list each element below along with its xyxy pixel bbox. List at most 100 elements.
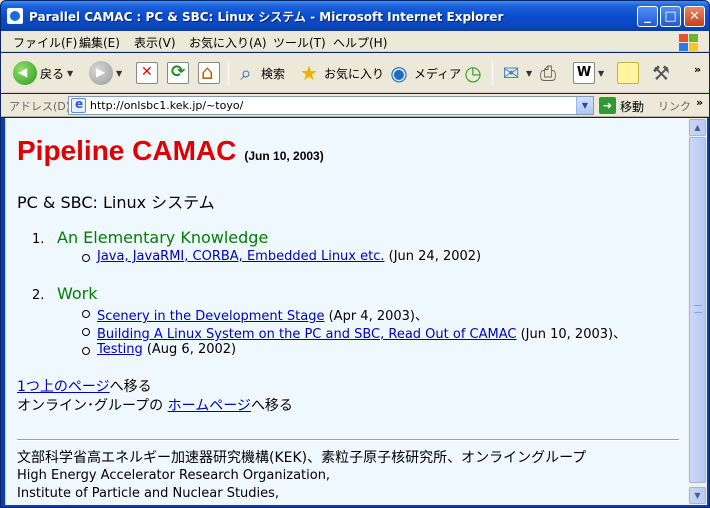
media-button[interactable]: ◉ メディア [387, 59, 461, 87]
page-icon [71, 97, 86, 113]
media-icon: ◉ [390, 61, 408, 85]
bullet-icon [82, 328, 90, 336]
address-input[interactable]: http://onlsbc1.kek.jp/~toyo/ ▼ [68, 96, 594, 115]
nav-home-suffix: へ移る [250, 398, 293, 414]
nav-home: オンライン･グループの ホームページへ移る [17, 395, 293, 415]
menu-view[interactable]: 表示(V) [134, 34, 176, 51]
history-button[interactable]: ◷ [461, 59, 485, 87]
section-heading: Work [57, 284, 98, 303]
browser-window: Parallel CAMAC : PC & SBC: Linux システム - … [0, 0, 710, 508]
chevron-down-icon[interactable]: ▼ [526, 69, 532, 78]
chevron-right-icon[interactable]: » [696, 96, 703, 109]
note-icon [617, 62, 639, 84]
toolbar-overflow-chevron[interactable]: » [694, 55, 701, 83]
link-scenery[interactable]: Scenery in the Development Stage [97, 309, 324, 324]
nav-home-prefix: オンライン･グループの [17, 398, 168, 414]
tool-icon: ⚒ [652, 61, 670, 85]
menu-favorites[interactable]: お気に入り(A) [189, 34, 267, 51]
close-button[interactable]: ✕ [684, 6, 705, 27]
list-item: Java, JavaRMI, CORBA, Embedded Linux etc… [97, 249, 481, 264]
printer-icon: ⎙ [540, 61, 556, 85]
word-icon: W [573, 62, 595, 84]
minimize-button[interactable]: _ [637, 6, 658, 27]
forward-arrow-icon [89, 61, 113, 85]
menu-tools[interactable]: ツール(T) [273, 34, 326, 51]
mail-icon: ✉ [502, 61, 520, 85]
link-home-page[interactable]: ホームページ [168, 398, 251, 414]
link-testing[interactable]: Testing [97, 342, 143, 357]
mail-button[interactable]: ✉ ▼ [499, 59, 533, 87]
search-button[interactable]: ⌕ 検索 [234, 59, 285, 87]
back-arrow-icon [13, 61, 37, 85]
forward-button[interactable]: ▼ [89, 59, 122, 87]
vertical-scrollbar[interactable]: ▲ ▼ [688, 118, 707, 505]
toolbar-separator [492, 61, 493, 85]
list-item: Building A Linux System on the PC and SB… [97, 323, 626, 342]
back-button[interactable]: 戻る ▼ [13, 59, 73, 87]
stop-button[interactable] [136, 59, 158, 87]
scroll-up-button[interactable]: ▲ [689, 119, 706, 136]
scroll-down-button[interactable]: ▼ [689, 487, 706, 504]
search-icon: ⌕ [240, 61, 252, 85]
title-bar[interactable]: Parallel CAMAC : PC & SBC: Linux システム - … [1, 1, 709, 31]
bullet-icon [82, 347, 90, 355]
toolbar: 戻る ▼ ▼ ⌕ 検索 ★ お気に入り ◉ メディア ◷ [1, 53, 709, 93]
bullet-icon [82, 254, 90, 262]
link-building[interactable]: Building A Linux System on the PC and SB… [97, 327, 516, 342]
footer-jp: 文部科学省高エネルギー加速器研究機構(KEK)、素粒子原子核研究所、オンライング… [17, 450, 587, 466]
go-button[interactable]: 移動 [620, 98, 644, 115]
refresh-button[interactable] [167, 59, 189, 87]
nav-parent-suffix: へ移る [109, 379, 152, 395]
link-java[interactable]: Java, JavaRMI, CORBA, Embedded Linux etc… [97, 249, 385, 264]
chevron-down-icon[interactable]: ▼ [576, 97, 593, 114]
chevron-down-icon[interactable]: ▼ [598, 69, 604, 78]
chevron-right-icon: » [694, 62, 702, 76]
favorites-label: お気に入り [324, 66, 385, 81]
grip-icon [694, 305, 702, 313]
maximize-button[interactable]: □ [660, 6, 681, 27]
go-arrow-icon[interactable]: ➜ [599, 97, 616, 114]
history-icon: ◷ [464, 61, 482, 85]
page-title-date: (Jun 10, 2003) [244, 149, 324, 163]
menu-file[interactable]: ファイル(F) [13, 34, 77, 51]
footer-en-1: High Energy Accelerator Research Organiz… [17, 468, 331, 483]
messenger-button[interactable]: ⚒ [649, 59, 673, 87]
horizontal-rule [17, 439, 679, 441]
menu-help[interactable]: ヘルプ(H) [333, 34, 387, 51]
item-date: (Jun 10, 2003)、 [516, 327, 627, 342]
page-title: Pipeline CAMAC (Jun 10, 2003) [17, 135, 324, 167]
item-date: (Apr 4, 2003)、 [324, 309, 428, 324]
refresh-icon [167, 62, 189, 84]
nav-parent: 1つ上のページへ移る [17, 376, 152, 396]
print-button[interactable]: ⎙ [536, 59, 560, 87]
section-heading: An Elementary Knowledge [57, 228, 269, 247]
footer-en-2: Institute of Particle and Nuclear Studie… [17, 486, 280, 501]
menu-bar: ファイル(F) 編集(E) 表示(V) お気に入り(A) ツール(T) ヘルプ(… [1, 31, 709, 52]
section-number: 2. [32, 288, 45, 303]
edit-button[interactable]: W ▼ [573, 59, 604, 87]
discuss-button[interactable] [617, 59, 639, 87]
page-title-main: Pipeline CAMAC [17, 135, 237, 166]
links-button[interactable]: リンク [658, 98, 691, 114]
chevron-down-icon[interactable]: ▼ [116, 69, 122, 78]
back-label: 戻る [40, 66, 65, 81]
favorites-button[interactable]: ★ お気に入り [297, 59, 384, 87]
windows-logo-icon [677, 32, 699, 52]
page-subtitle: PC & SBC: Linux システム [17, 193, 215, 212]
item-date: (Jun 24, 2002) [384, 249, 482, 264]
toolbar-separator [228, 61, 229, 85]
ie-icon [7, 8, 23, 24]
media-label: メディア [414, 66, 462, 81]
scroll-thumb[interactable] [689, 137, 706, 483]
chevron-down-icon[interactable]: ▼ [67, 69, 73, 78]
menu-edit[interactable]: 編集(E) [79, 34, 120, 51]
item-date: (Aug 6, 2002) [142, 342, 237, 357]
page-content: Pipeline CAMAC (Jun 10, 2003) PC & SBC: L… [5, 118, 688, 505]
section-number: 1. [32, 232, 45, 247]
home-button[interactable] [198, 59, 220, 87]
window-frame-left [1, 118, 5, 507]
address-label: アドレス(D) [9, 100, 71, 113]
address-url[interactable]: http://onlsbc1.kek.jp/~toyo/ [90, 99, 243, 112]
link-parent-page[interactable]: 1つ上のページ [17, 379, 110, 395]
address-bar: アドレス(D) http://onlsbc1.kek.jp/~toyo/ ▼ ➜… [1, 94, 709, 117]
